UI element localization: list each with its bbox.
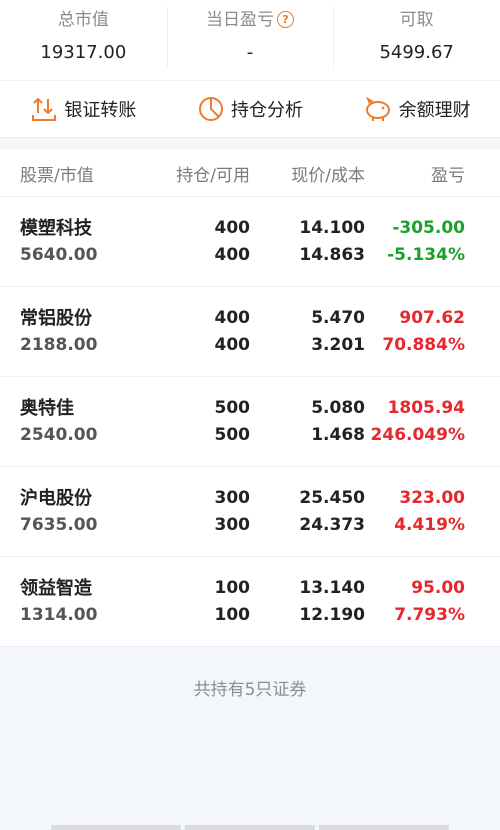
- current-price: 13.140: [299, 577, 365, 598]
- piggy-bank-icon: [365, 96, 390, 121]
- hold-qty: 100: [214, 577, 251, 598]
- bottom-tab[interactable]: [51, 825, 181, 830]
- daily-pl-label: 当日盈亏: [206, 10, 274, 30]
- section-gap: [0, 138, 500, 150]
- pl-percent: 4.419%: [394, 514, 465, 535]
- daily-pl-cell: 当日盈亏? -: [166, 0, 334, 80]
- transfer-button[interactable]: 银证转账: [0, 95, 167, 123]
- stock-value: 7635.00: [20, 514, 98, 535]
- pl-amount: 95.00: [411, 577, 465, 598]
- header-price: 现价/成本: [291, 165, 365, 186]
- position-analysis-button[interactable]: 持仓分析: [167, 95, 334, 123]
- stock-name: 沪电股份: [20, 487, 92, 509]
- table-header: 股票/市值 持仓/可用 现价/成本 盈亏: [0, 150, 500, 197]
- avail-qty: 400: [214, 334, 251, 355]
- pl-amount: 323.00: [399, 487, 465, 508]
- market-value-label: 总市值: [57, 10, 109, 30]
- avail-qty: 100: [214, 604, 251, 625]
- hold-qty: 400: [214, 307, 251, 328]
- cost-price: 1.468: [311, 424, 365, 445]
- table-row[interactable]: 领益智造 1314.00 100 100 13.140 12.190 95.00…: [0, 557, 500, 647]
- avail-qty: 400: [214, 244, 251, 265]
- current-price: 5.080: [311, 397, 365, 418]
- table-row[interactable]: 模塑科技 5640.00 400 400 14.100 14.863 -305.…: [0, 197, 500, 287]
- market-value: 19317.00: [40, 42, 127, 63]
- header-name: 股票/市值: [20, 165, 94, 186]
- balance-wealth-button[interactable]: 余额理财: [333, 95, 500, 123]
- cost-price: 12.190: [299, 604, 365, 625]
- account-summary: 总市值 19317.00 当日盈亏? - 可取 5499.67: [0, 0, 500, 81]
- pl-percent: -5.134%: [387, 244, 465, 265]
- action-bar: 银证转账 持仓分析 余额理财: [0, 81, 500, 138]
- question-icon[interactable]: ?: [277, 11, 294, 28]
- table-row[interactable]: 常铝股份 2188.00 400 400 5.470 3.201 907.62 …: [0, 287, 500, 377]
- table-row[interactable]: 奥特佳 2540.00 500 500 5.080 1.468 1805.94 …: [0, 377, 500, 467]
- transfer-icon: [32, 97, 57, 121]
- stock-name: 常铝股份: [20, 307, 92, 329]
- pl-amount: 907.62: [399, 307, 465, 328]
- bottom-tab[interactable]: [185, 825, 315, 830]
- daily-pl-value: -: [246, 42, 254, 63]
- pl-percent: 7.793%: [394, 604, 465, 625]
- available-label: 可取: [399, 10, 434, 30]
- stock-value: 1314.00: [20, 604, 98, 625]
- available-value: 5499.67: [379, 42, 454, 63]
- stock-name: 奥特佳: [20, 397, 74, 419]
- pl-percent: 246.049%: [370, 424, 465, 445]
- available-cell: 可取 5499.67: [333, 0, 500, 80]
- current-price: 5.470: [311, 307, 365, 328]
- stock-value: 5640.00: [20, 244, 98, 265]
- avail-qty: 500: [214, 424, 251, 445]
- current-price: 14.100: [299, 217, 365, 238]
- stock-value: 2188.00: [20, 334, 98, 355]
- pl-percent: 70.884%: [382, 334, 465, 355]
- holdings-count: 共持有5只证券: [193, 680, 307, 700]
- pl-amount: 1805.94: [387, 397, 465, 418]
- transfer-label: 银证转账: [64, 100, 137, 121]
- stock-value: 2540.00: [20, 424, 98, 445]
- hold-qty: 400: [214, 217, 251, 238]
- cost-price: 24.373: [299, 514, 365, 535]
- avail-qty: 300: [214, 514, 251, 535]
- header-pl: 盈亏: [431, 165, 465, 186]
- analysis-label: 持仓分析: [231, 100, 303, 121]
- hold-qty: 300: [214, 487, 251, 508]
- bottom-tab[interactable]: [319, 825, 449, 830]
- table-row[interactable]: 沪电股份 7635.00 300 300 25.450 24.373 323.0…: [0, 467, 500, 557]
- current-price: 25.450: [299, 487, 365, 508]
- market-value-cell: 总市值 19317.00: [0, 0, 167, 80]
- holdings-table: 股票/市值 持仓/可用 现价/成本 盈亏 模塑科技 5640.00 400 40…: [0, 150, 500, 647]
- bottom-tab-bar: [0, 825, 500, 830]
- pie-chart-icon: [199, 97, 223, 121]
- header-position: 持仓/可用: [176, 165, 250, 186]
- cost-price: 14.863: [299, 244, 365, 265]
- pl-amount: -305.00: [392, 217, 465, 238]
- stock-name: 领益智造: [20, 577, 92, 599]
- cost-price: 3.201: [311, 334, 365, 355]
- stock-name: 模塑科技: [20, 217, 92, 239]
- wealth-label: 余额理财: [398, 100, 471, 121]
- hold-qty: 500: [214, 397, 251, 418]
